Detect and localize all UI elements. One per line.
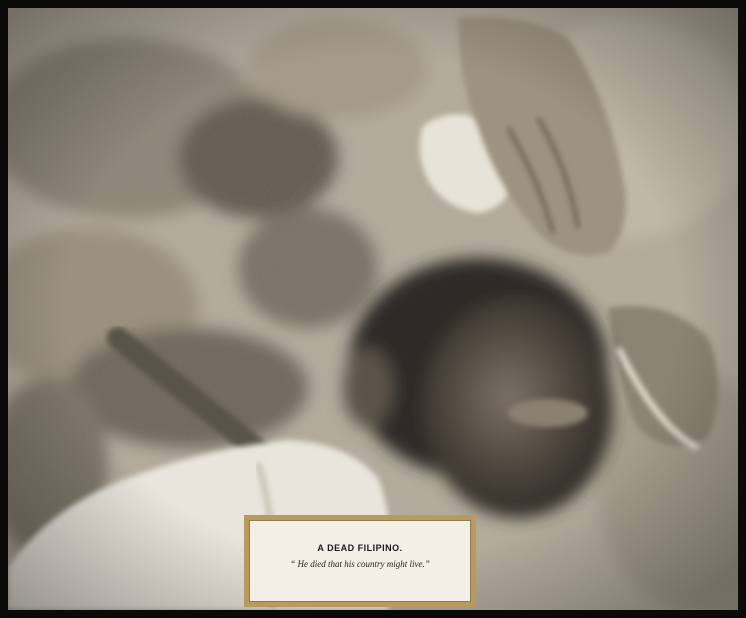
caption-card: A DEAD FILIPINO. “ He died that his coun…	[244, 515, 476, 607]
caption-title: A DEAD FILIPINO.	[317, 543, 403, 553]
caption-quote: “ He died that his country might live.”	[290, 559, 430, 569]
caption-label: A DEAD FILIPINO. “ He died that his coun…	[249, 520, 471, 602]
